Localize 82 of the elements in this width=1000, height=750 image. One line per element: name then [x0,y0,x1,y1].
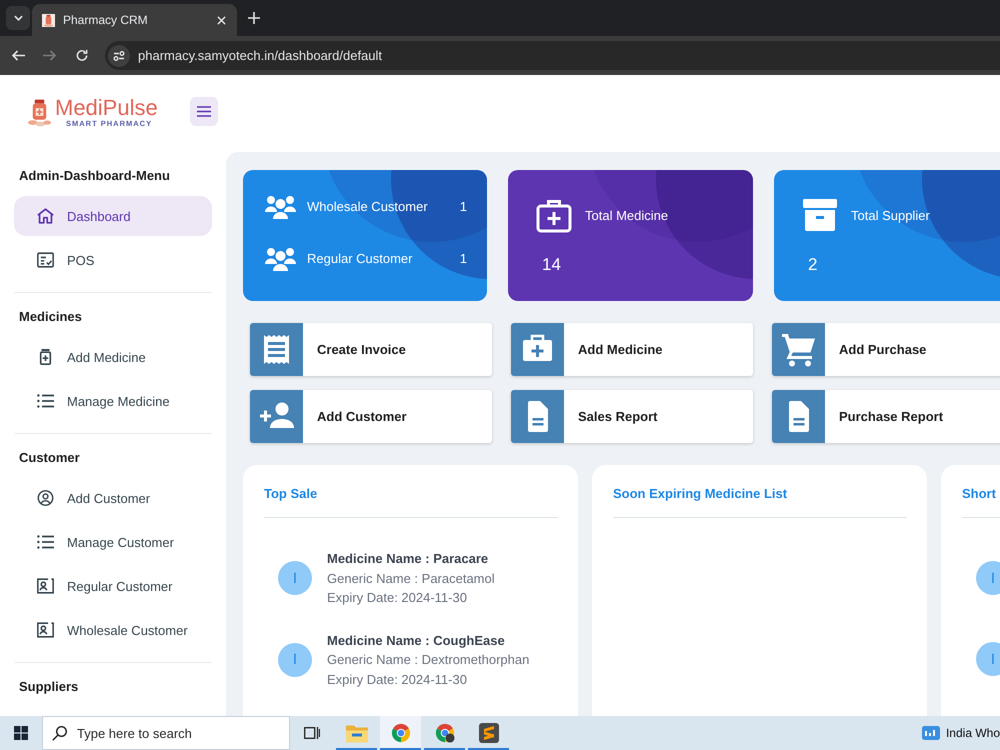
medicine-name: Medicine Name : CoughEase [327,632,505,650]
avatar: I [976,561,1000,595]
windows-logo-icon [14,726,28,740]
quick-action-button[interactable]: Add Purchase [772,323,1000,376]
sidebar-item[interactable]: Wholesale Customer [14,610,212,650]
chevron-down-icon [14,15,22,21]
avatar: I [278,642,312,677]
sidebar-item[interactable]: Manage Medicine [14,381,212,421]
generic-name: Generic Name : Dextromethorphan [327,651,530,669]
medical-kit-icon [511,323,564,376]
stat-value: 1 [460,250,467,266]
panel-title: Soon Expiring Medicine List [613,485,788,503]
folder-icon [346,723,368,743]
section-heading: Customer [18,449,81,467]
widget-text[interactable]: India Who [946,726,1000,740]
document-icon [511,390,564,443]
people-group-icon [264,245,297,271]
medicine-bottle-icon [28,98,51,126]
close-icon[interactable] [217,16,226,24]
stat-label: Total Supplier [851,208,930,222]
section-heading: Suppliers [18,678,80,696]
quick-action-button[interactable]: Sales Report [511,390,753,443]
medical-kit-icon [536,197,572,233]
home-icon [37,208,54,224]
sidebar-item[interactable]: Add Customer [14,478,212,518]
address-bar[interactable]: pharmacy.samyotech.in/dashboard/default [105,41,1000,70]
search-icon [52,726,67,741]
stat-value: 2 [808,255,818,275]
stat-label: Total Medicine [585,208,668,222]
browser-icon [390,723,412,743]
quick-action-button[interactable]: Add Medicine [511,323,753,376]
list-icon [37,393,54,409]
medicine-name: Medicine Name : Paracare [327,550,488,568]
stat-value: 1 [460,198,467,214]
stat-label: Regular Customer [307,250,412,266]
list-icon [37,534,54,550]
bar-chart-icon[interactable] [922,726,940,740]
cart-icon [772,323,825,376]
contact-card-icon [37,578,54,594]
panel-title: Top Sale [264,485,318,503]
section-heading: Admin-Dashboard-Menu [18,167,171,185]
quick-action-button[interactable]: Create Invoice [250,323,492,376]
expiry-date: Expiry Date: 2024-11-30 [327,670,467,689]
text-editor-icon [478,723,500,743]
sidebar-item[interactable]: Manage Customer [14,522,212,562]
archive-box-icon [802,197,838,233]
taskbar-app-button[interactable] [380,716,421,750]
sidebar-item[interactable]: Regular Customer [14,566,212,606]
stat-label: Wholesale Customer [307,198,428,214]
tab-list-button[interactable] [6,6,30,30]
medicine-bottle-icon [42,14,55,26]
avatar: I [976,642,1000,676]
sidebar-item[interactable]: Dashboard [14,196,212,236]
contact-card-icon [37,622,54,638]
sidebar-item[interactable]: POS [14,240,212,280]
sidebar-item[interactable]: Add Medicine [14,337,212,377]
reload-icon[interactable] [75,49,89,62]
medicine-box-icon [37,349,54,365]
receipt-icon [250,323,303,376]
sliders-icon[interactable] [108,44,130,66]
search-field[interactable]: Type here to search [42,716,290,750]
plus-icon[interactable] [248,12,260,24]
generic-name: Generic Name : Paracetamol [327,570,495,588]
brand-name: MediPulse [55,97,158,119]
people-group-icon [264,193,297,219]
menu-button[interactable] [190,97,218,126]
task-view-icon[interactable] [304,726,320,740]
back-arrow-icon[interactable] [11,49,25,62]
menu-icon [197,106,211,117]
quick-action-button[interactable]: Add Customer [250,390,492,443]
user-circle-icon [37,490,54,506]
document-icon [772,390,825,443]
stat-value: 14 [542,255,561,275]
expiry-date: Expiry Date: 2024-11-30 [327,589,467,607]
browser-icon [434,723,456,743]
panel-title: Short [962,485,997,503]
browser-tab[interactable]: Pharmacy CRM [32,4,237,36]
section-heading: Medicines [18,308,83,326]
add-user-icon [250,390,303,443]
checklist-icon [37,252,54,268]
avatar: I [278,561,312,596]
quick-action-button[interactable]: Purchase Report [772,390,1000,443]
